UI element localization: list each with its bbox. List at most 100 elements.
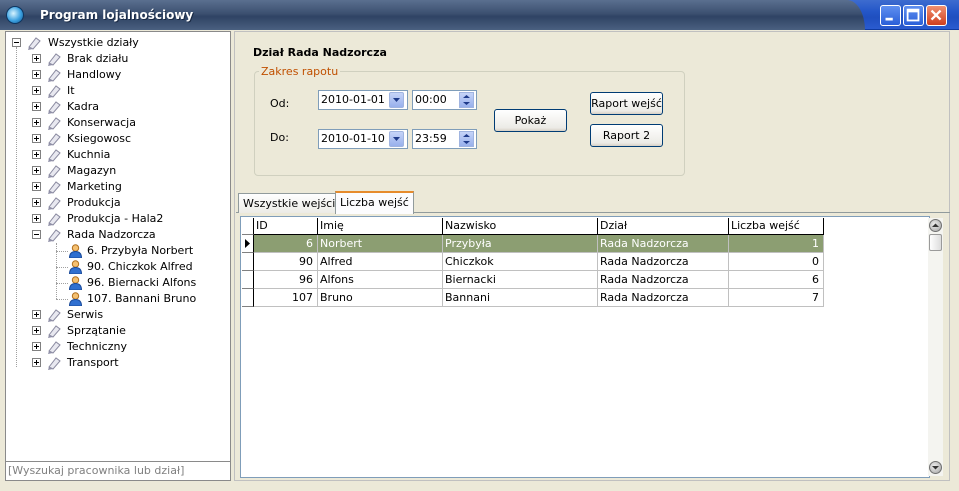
tree-item-expander[interactable]: [32, 358, 41, 367]
folder-icon: [48, 85, 61, 98]
tree-item-department[interactable]: Magazyn: [6, 163, 226, 179]
grid-column-header[interactable]: Nazwisko: [443, 218, 598, 235]
grid-cell[interactable]: 107: [254, 289, 318, 307]
tree-item-label: Produkcja - Hala2: [67, 212, 164, 225]
tree-item-expander[interactable]: [32, 166, 41, 175]
tree-root[interactable]: Wszystkie działy: [6, 35, 226, 51]
show-button[interactable]: Pokaż: [494, 109, 567, 132]
tree-root-expander[interactable]: [12, 38, 21, 47]
tree-item-expander[interactable]: [32, 230, 41, 239]
grid-cell[interactable]: Biernacki: [443, 271, 598, 289]
grid-cell[interactable]: 7: [729, 289, 824, 307]
tree-item-department[interactable]: Rada Nadzorcza: [6, 227, 226, 243]
tree-item-expander[interactable]: [32, 310, 41, 319]
tree-item-department[interactable]: Transport: [6, 355, 226, 371]
grid-cell[interactable]: 96: [254, 271, 318, 289]
tree-item-department[interactable]: Ksiegowosc: [6, 131, 226, 147]
person-icon: [68, 244, 83, 258]
tree-item-expander[interactable]: [32, 86, 41, 95]
tree-item-label: Kadra: [67, 100, 100, 113]
grid-column-header[interactable]: ID: [254, 218, 318, 235]
tree-item-employee[interactable]: 90. Chiczkok Alfred: [6, 259, 226, 275]
folder-icon: [48, 149, 61, 162]
grid-cell[interactable]: 0: [729, 253, 824, 271]
grid-cell[interactable]: Rada Nadzorcza: [598, 289, 729, 307]
grid-cell[interactable]: Przybyła: [443, 235, 598, 253]
minimize-button[interactable]: [880, 5, 901, 26]
maximize-button[interactable]: [903, 5, 924, 26]
tree-item-department[interactable]: Konserwacja: [6, 115, 226, 131]
report-2-button[interactable]: Raport 2: [590, 124, 663, 147]
tree-employee-label: 6. Przybyła Norbert: [87, 244, 194, 257]
tree-employee-label: 107. Bannani Bruno: [87, 292, 197, 305]
grid-corner-header: [242, 218, 254, 235]
tree-item-department[interactable]: Kadra: [6, 99, 226, 115]
grid-column-header[interactable]: Liczba wejść: [729, 218, 824, 235]
grid-cell[interactable]: Bannani: [443, 289, 598, 307]
tree-item-employee[interactable]: 107. Bannani Bruno: [6, 291, 226, 307]
tab-entry-count[interactable]: Liczba wejść: [335, 191, 414, 214]
tree-item-department[interactable]: Serwis: [6, 307, 226, 323]
tree-item-expander[interactable]: [32, 182, 41, 191]
to-time-spinner[interactable]: [459, 131, 474, 147]
tree-item-department[interactable]: Techniczny: [6, 339, 226, 355]
grid-cell[interactable]: Rada Nadzorcza: [598, 235, 729, 253]
tree-item-expander[interactable]: [32, 70, 41, 79]
tree-item-department[interactable]: Kuchnia: [6, 147, 226, 163]
tree-item-department[interactable]: Produkcja: [6, 195, 226, 211]
grid-cell[interactable]: 6: [254, 235, 318, 253]
tree-item-expander[interactable]: [32, 342, 41, 351]
grid-column-header[interactable]: Imię: [318, 218, 443, 235]
tree-item-department[interactable]: It: [6, 83, 226, 99]
grid-cell[interactable]: 1: [729, 235, 824, 253]
chevron-down-icon: [932, 466, 939, 470]
grid-cell[interactable]: Bruno: [318, 289, 443, 307]
grid-cell[interactable]: 6: [729, 271, 824, 289]
from-time-spinner[interactable]: [459, 92, 474, 108]
grid-row-header[interactable]: [242, 289, 254, 307]
grid-cell[interactable]: Rada Nadzorcza: [598, 253, 729, 271]
status-bar: [0, 485, 959, 491]
chevron-down-icon: [393, 137, 400, 141]
tree-item-expander[interactable]: [32, 102, 41, 111]
from-date-dropdown-button[interactable]: [389, 92, 404, 108]
tree-item-department[interactable]: Marketing: [6, 179, 226, 195]
scrollbar-thumb[interactable]: [929, 234, 942, 251]
tree-item-employee[interactable]: 6. Przybyła Norbert: [6, 243, 226, 259]
app-icon: [6, 6, 24, 24]
department-tree-panel[interactable]: Wszystkie działy Brak działu Handlowy It…: [5, 31, 231, 481]
grid-vertical-scrollbar[interactable]: [928, 218, 943, 476]
grid-row-header[interactable]: [242, 271, 254, 289]
close-button[interactable]: [926, 5, 947, 26]
report-entries-button[interactable]: Raport wejść: [590, 92, 663, 115]
grid-row-header[interactable]: [242, 235, 254, 253]
tree-item-expander[interactable]: [32, 214, 41, 223]
tree-item-expander[interactable]: [32, 198, 41, 207]
grid-cell[interactable]: Alfred: [318, 253, 443, 271]
search-input[interactable]: [Wyszukaj pracownika lub dział]: [5, 461, 231, 481]
tree-item-expander[interactable]: [32, 326, 41, 335]
title-bar[interactable]: Program lojalnościowy: [0, 0, 959, 30]
grid-cell[interactable]: Alfons: [318, 271, 443, 289]
tree-item-department[interactable]: Sprzątanie: [6, 323, 226, 339]
tree-item-expander[interactable]: [32, 54, 41, 63]
tab-all-entries[interactable]: Wszystkie wejścia: [238, 193, 348, 213]
tree-item-expander[interactable]: [32, 134, 41, 143]
grid-cell[interactable]: Norbert: [318, 235, 443, 253]
tree-item-expander[interactable]: [32, 150, 41, 159]
to-date-dropdown-button[interactable]: [389, 131, 404, 147]
tree-item-expander[interactable]: [32, 118, 41, 127]
scroll-down-button[interactable]: [929, 461, 942, 474]
tree-item-department[interactable]: Brak działu: [6, 51, 226, 67]
grid-row-header[interactable]: [242, 253, 254, 271]
tree-item-department[interactable]: Handlowy: [6, 67, 226, 83]
grid-cell[interactable]: 90: [254, 253, 318, 271]
tree-item-department[interactable]: Produkcja - Hala2: [6, 211, 226, 227]
scroll-up-button[interactable]: [929, 219, 942, 232]
close-icon: [930, 9, 942, 21]
grid-cell[interactable]: Rada Nadzorcza: [598, 271, 729, 289]
tree-item-employee[interactable]: 96. Biernacki Alfons: [6, 275, 226, 291]
folder-icon: [48, 213, 61, 226]
grid-cell[interactable]: Chiczkok: [443, 253, 598, 271]
grid-column-header[interactable]: Dział: [598, 218, 729, 235]
